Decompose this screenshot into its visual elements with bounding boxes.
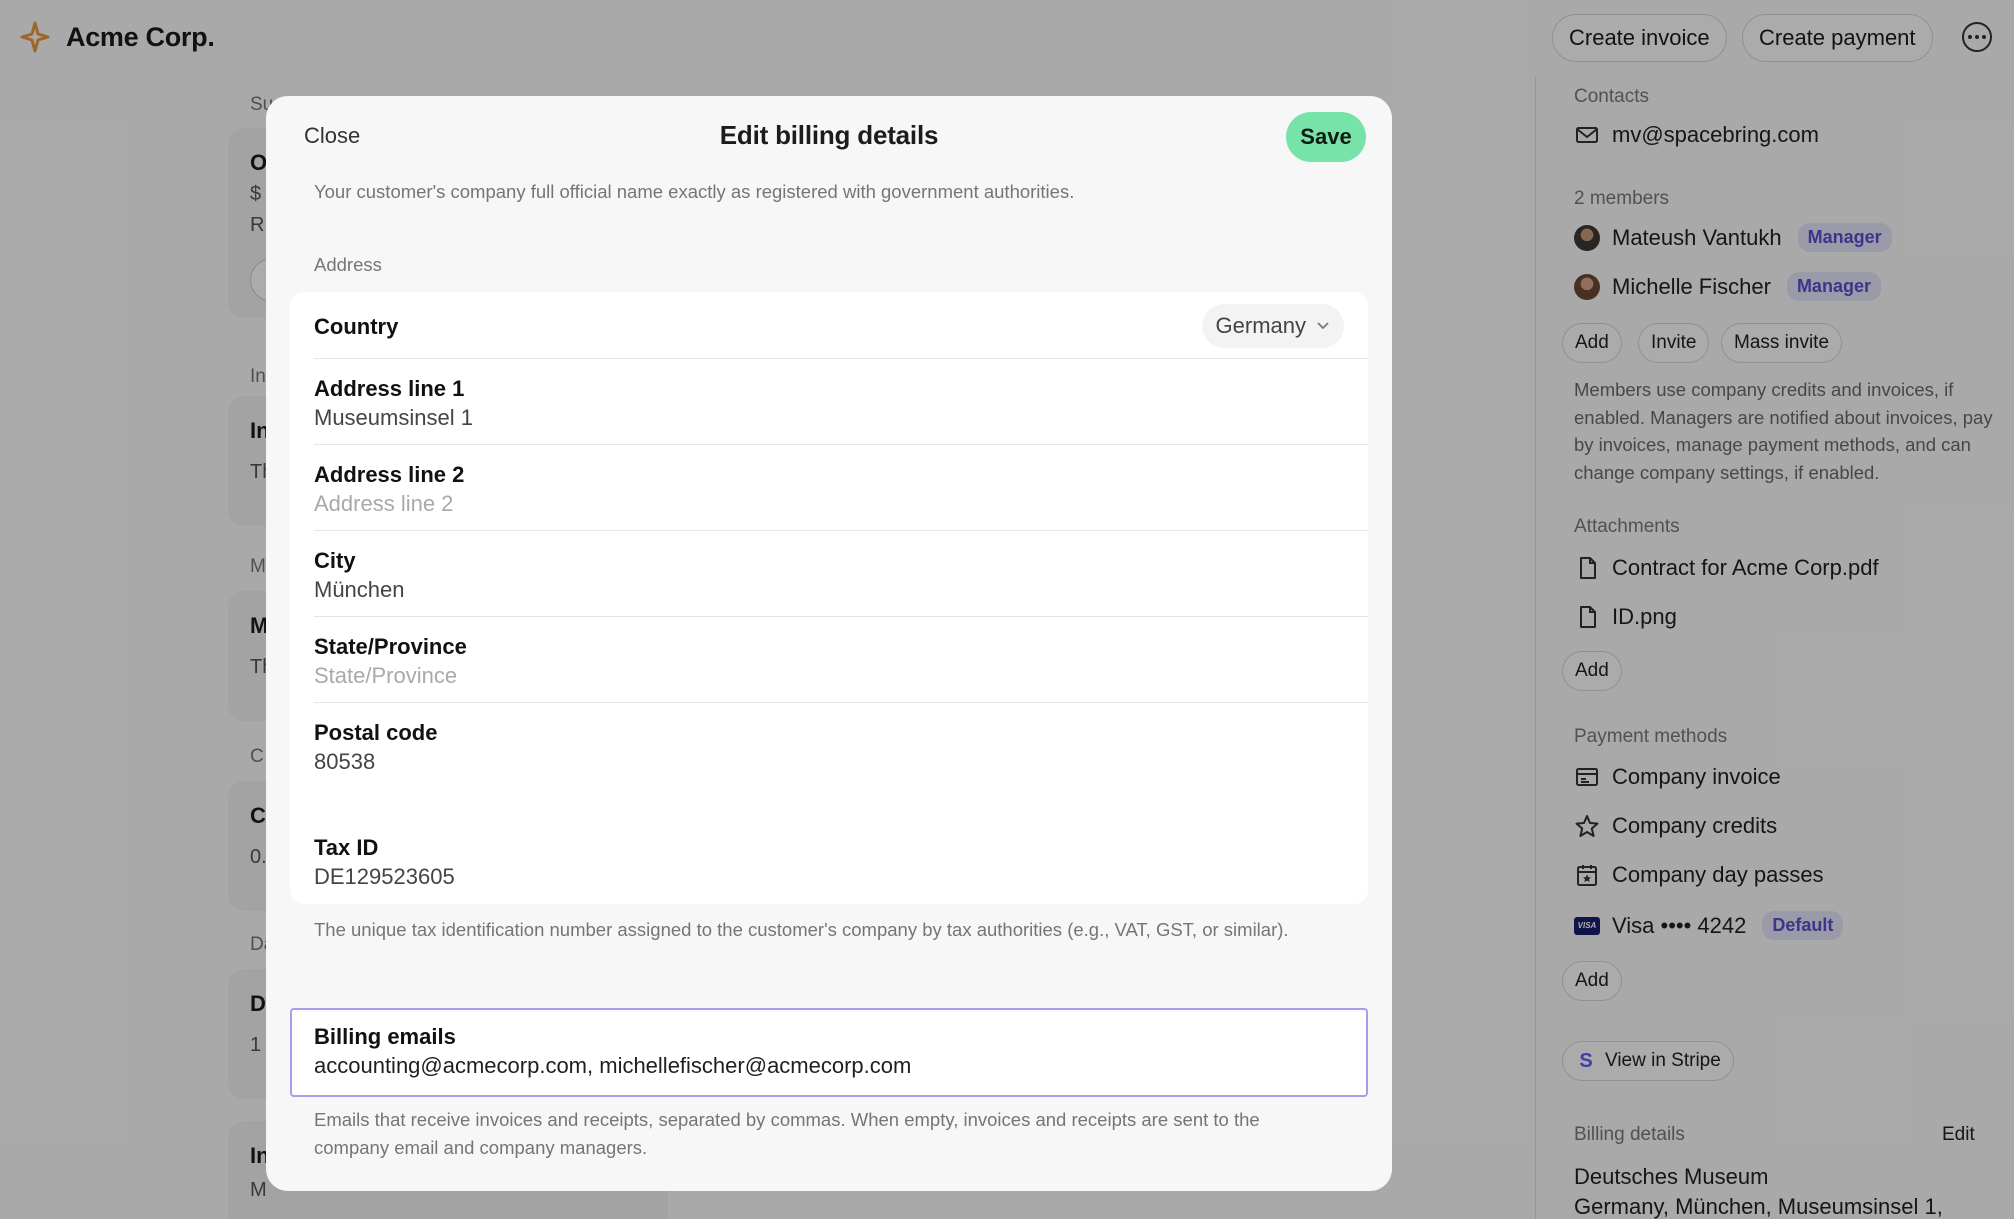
postal-code-input[interactable] xyxy=(314,749,1314,775)
address-section-label: Address xyxy=(314,254,382,275)
address-line1-label: Address line 1 xyxy=(314,376,465,401)
address-line2-field[interactable]: Address line 2 xyxy=(314,445,1368,530)
modal-title: Edit billing details xyxy=(719,120,939,150)
country-field[interactable]: Country Germany xyxy=(314,292,1368,358)
address-line2-label: Address line 2 xyxy=(314,462,465,487)
address-line1-field[interactable]: Address line 1 xyxy=(314,359,1368,444)
billing-emails-input[interactable] xyxy=(314,1053,1314,1079)
tax-id-field[interactable]: Tax ID xyxy=(314,819,1368,904)
billing-emails-help: Emails that receive invoices and receipt… xyxy=(314,1109,1260,1158)
chevron-down-icon xyxy=(1317,322,1329,330)
postal-code-field[interactable]: Postal code xyxy=(314,703,1368,788)
billing-emails-field[interactable]: Billing emails xyxy=(314,1010,1368,1095)
postal-code-label: Postal code xyxy=(314,720,438,745)
company-name-help: Your customer's company full official na… xyxy=(314,181,1075,202)
save-button[interactable]: Save xyxy=(1286,112,1366,162)
city-input[interactable] xyxy=(314,577,1314,603)
state-label: State/Province xyxy=(314,634,467,659)
billing-emails-label: Billing emails xyxy=(314,1024,456,1049)
address-line1-input[interactable] xyxy=(314,405,1314,431)
tax-id-help: The unique tax identification number ass… xyxy=(314,919,1289,940)
country-label: Country xyxy=(314,314,399,339)
state-field[interactable]: State/Province xyxy=(314,617,1368,702)
tax-id-label: Tax ID xyxy=(314,835,379,860)
country-value: Germany xyxy=(1215,313,1306,338)
close-button[interactable]: Close xyxy=(304,123,360,149)
billing-emails-group: Billing emails xyxy=(290,1008,1368,1097)
edit-billing-modal: Close Edit billing details Save Your cus… xyxy=(266,96,1392,1191)
country-select[interactable]: Germany xyxy=(1201,304,1344,348)
address-line2-input[interactable] xyxy=(314,491,1314,517)
address-group: Country Germany Address line 1 Address l… xyxy=(290,292,1368,884)
tax-id-group: Tax ID xyxy=(290,819,1368,904)
city-label: City xyxy=(314,548,356,573)
state-input[interactable] xyxy=(314,663,1314,689)
city-field[interactable]: City xyxy=(314,531,1368,616)
tax-id-input[interactable] xyxy=(314,864,1314,890)
